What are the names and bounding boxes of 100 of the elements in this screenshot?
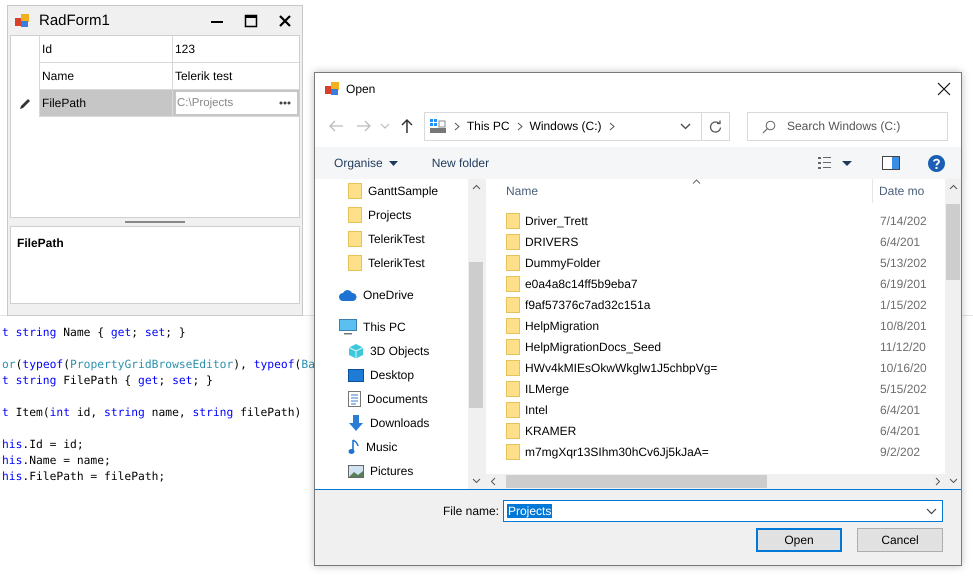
folder-icon [506,296,520,312]
code-line: or(typeof(PropertyGridBrowseEditor), typeof(Ba [2,358,315,371]
nav-item[interactable]: Music [315,435,468,459]
cloud-icon [339,290,357,300]
view-options-icon[interactable] [818,156,854,170]
property-name[interactable]: Id [39,36,173,63]
search-field[interactable]: Search Windows (C:) [746,112,948,140]
scroll-thumb[interactable] [946,204,960,280]
date-cell-text: 7/14/202 [879,214,927,228]
cube-icon [348,343,364,359]
app-icon [14,12,30,28]
scroll-thumb[interactable] [469,262,483,408]
scroll-down-icon[interactable] [948,478,958,484]
folder-item[interactable]: HWv4kMIEsOkwWkglw1J5chbpVg= [486,360,873,376]
folder-icon [506,422,520,438]
code-line: his.Name = name; [2,454,111,467]
folder-icon [348,231,362,247]
ellipsis-icon[interactable] [279,101,291,105]
code-line: his.Id = id; [2,438,84,451]
address-bar[interactable]: This PC Windows (C:) [424,112,730,140]
scroll-thumb[interactable] [506,475,767,488]
scrollbar[interactable] [945,179,961,489]
breadcrumb-item[interactable]: Windows (C:) [530,119,602,133]
folder-item[interactable]: HelpMigration [486,318,873,334]
nav-item[interactable]: Downloads [315,411,468,435]
nav-item[interactable]: Documents [315,387,468,411]
chevron-right-icon [608,122,615,130]
folder-icon [506,318,520,334]
folder-item[interactable]: Driver_Trett [486,212,873,228]
code-line: t string Name { get; set; } [2,326,186,339]
document-icon [348,391,361,407]
folder-item[interactable]: Intel [486,402,873,418]
date-cell-text: 1/15/202 [879,298,927,312]
new-folder-button[interactable]: New folder [426,152,496,174]
file-name-label: File name: [442,504,499,518]
date-cell-text: 10/16/20 [879,360,927,374]
pencil-icon [18,97,32,110]
scroll-down-icon[interactable] [472,478,480,484]
help-icon[interactable] [928,154,945,172]
splitter-handle[interactable] [125,221,185,223]
caret-icon [388,160,398,166]
chevron-down-icon[interactable] [680,122,691,130]
code-line: t string FilePath { get; set; } [2,374,213,387]
download-arrow-icon [348,415,364,431]
nav-item[interactable]: Pictures [315,459,468,483]
folder-icon [506,234,520,250]
nav-item[interactable]: This PC [315,315,468,339]
nav-item[interactable]: TelerikTest [315,227,468,251]
breadcrumb-item[interactable]: This PC [466,119,510,133]
dialog-title: Open [346,82,376,96]
chevron-down-icon[interactable] [926,508,937,514]
folder-item[interactable]: ILMerge [486,380,873,396]
folder-icon [506,254,520,270]
scrollbar[interactable] [468,179,484,489]
property-value: 123 [175,42,196,56]
folder-icon [348,207,362,223]
date-cell-text: 11/12/20 [879,340,926,354]
nav-item[interactable]: OneDrive [315,283,468,307]
folder-item[interactable]: DRIVERS [486,234,873,250]
property-value: Telerik test [175,69,232,83]
scroll-right-icon[interactable] [935,477,941,486]
scroll-up-icon[interactable] [948,184,958,190]
monitor-icon [339,319,357,335]
close-icon[interactable] [278,14,292,28]
desktop-icon [348,368,364,382]
up-arrow-icon[interactable] [400,118,414,134]
nav-item[interactable]: TelerikTest [315,251,468,275]
folder-icon [506,276,520,292]
scroll-up-icon[interactable] [472,184,480,190]
chevron-right-icon [516,122,523,130]
app-icon [324,81,340,97]
date-cell-text: 6/4/201 [879,424,920,438]
nav-item[interactable]: 3D Objects [315,339,468,363]
organise-button[interactable]: Organise [328,152,404,174]
preview-pane-icon[interactable] [882,156,900,170]
cancel-button[interactable]: Cancel [857,528,943,552]
column-header[interactable]: Name [486,179,873,203]
maximize-icon[interactable] [244,14,258,28]
folder-item[interactable]: HelpMigrationDocs_Seed [486,338,873,354]
date-cell-text: 5/15/202 [879,382,927,396]
nav-item[interactable]: GanttSample [315,179,468,203]
date-cell-text: 10/8/201 [879,318,927,332]
folder-item[interactable]: e0a4a8c14ff5b9eba7 [486,276,873,292]
path-editor[interactable]: C:\Projects [176,92,297,114]
scroll-left-icon[interactable] [490,477,496,486]
file-name-field[interactable]: Projects [503,500,943,522]
column-header[interactable]: Date mo [873,184,924,198]
open-button[interactable]: Open [756,528,842,552]
chevron-right-icon [454,122,460,130]
folder-icon [348,255,362,271]
folder-item[interactable]: KRAMER [486,422,873,438]
folder-item[interactable]: m7mgXqr13SIhm30hCv6Jj5kJaA= [486,444,873,460]
date-cell-text: 6/19/201 [879,276,927,290]
property-name[interactable]: FilePath [39,90,173,117]
folder-item[interactable]: DummyFolder [486,254,873,270]
date-cell-text: 6/4/201 [879,402,920,416]
folder-item[interactable]: f9af57376c7ad32c151a [486,296,873,312]
nav-item[interactable]: Projects [315,203,468,227]
close-icon[interactable] [937,82,951,96]
nav-item[interactable]: Desktop [315,363,468,387]
